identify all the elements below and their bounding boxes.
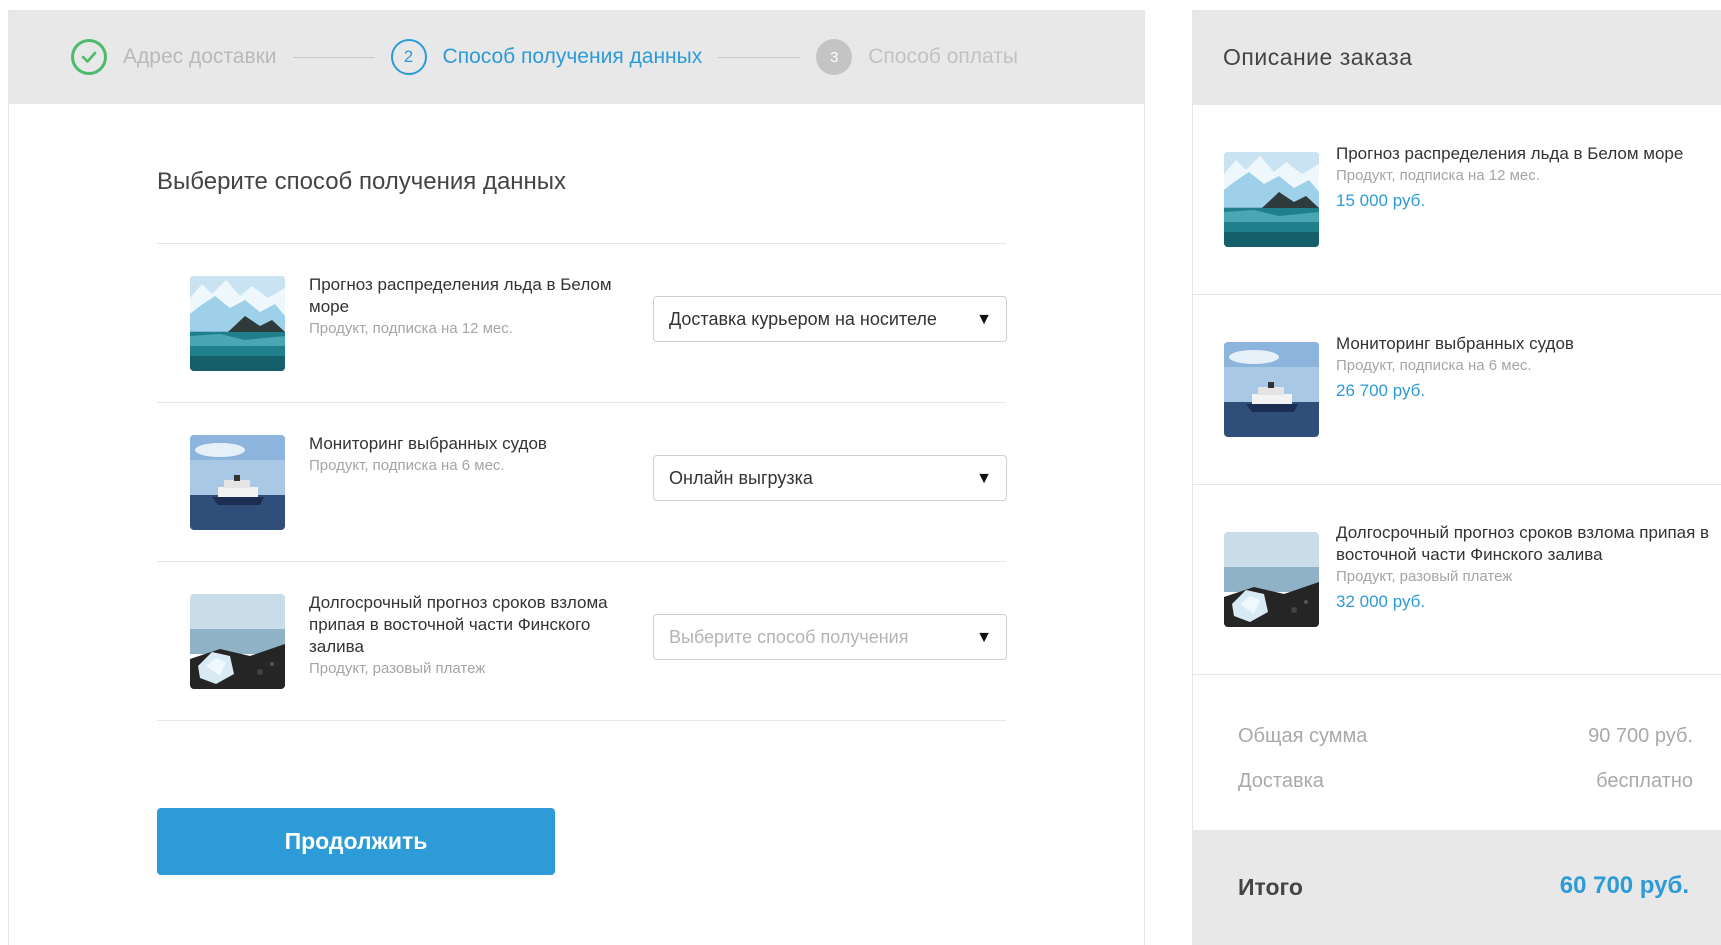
delivery-method-select[interactable]: Онлайн выгрузка ▼ [653, 455, 1007, 501]
grand-total: Итого 60 700 руб. [1193, 830, 1721, 945]
summary-item-price: 26 700 руб. [1336, 381, 1426, 400]
delivery-method-select[interactable]: Выберите способ получения ▼ [653, 614, 1007, 660]
summary-item-meta: Продукт, разовый платеж [1336, 568, 1513, 585]
summary-item-name: Прогноз распределения льда в Белом море [1336, 144, 1684, 163]
select-value: Доставка курьером на носителе [669, 308, 937, 329]
checkmark-icon [71, 39, 107, 75]
delivery-value: бесплатно [1596, 770, 1693, 792]
summary-item: Долгосрочный прогноз сроков взлома припа… [1193, 485, 1721, 675]
summary-item-name: Долгосрочный прогноз сроков взлома припа… [1336, 523, 1710, 564]
summary-item-price: 32 000 руб. [1336, 592, 1426, 611]
summary-item: Мониторинг выбранных судов Продукт, подп… [1193, 295, 1721, 485]
caret-down-icon: ▼ [976, 470, 992, 487]
product-row: Прогноз распределения льда в Белом море … [157, 244, 1007, 403]
summary-title: Описание заказа [1193, 10, 1721, 105]
ice-shore-icon [190, 594, 285, 689]
caret-down-icon: ▼ [976, 311, 992, 328]
subtotal-row: Общая сумма 90 700 руб. [1238, 725, 1693, 748]
product-meta: Продукт, подписка на 6 мес. [309, 457, 505, 474]
product-list: Прогноз распределения льда в Белом море … [157, 243, 1007, 721]
step-delivery-address[interactable]: Адрес доставки [71, 39, 277, 75]
step-connector [718, 56, 801, 58]
product-info: Прогноз распределения льда в Белом море … [309, 274, 614, 340]
summary-item: Прогноз распределения льда в Белом море … [1193, 105, 1721, 295]
product-info: Мониторинг выбранных судов Продукт, подп… [309, 433, 614, 477]
summary-item-price: 15 000 руб. [1336, 191, 1426, 210]
total-value: 60 700 руб. [1559, 872, 1689, 899]
caret-down-icon: ▼ [976, 629, 992, 646]
ship-icon [190, 435, 285, 530]
order-totals: Общая сумма 90 700 руб. Доставка бесплат… [1193, 675, 1721, 830]
product-meta: Продукт, подписка на 12 мес. [309, 320, 513, 337]
select-placeholder: Выберите способ получения [669, 626, 909, 647]
product-row: Мониторинг выбранных судов Продукт, подп… [157, 403, 1007, 562]
summary-info: Долгосрочный прогноз сроков взлома припа… [1336, 522, 1711, 616]
product-meta: Продукт, разовый платеж [309, 660, 486, 677]
order-summary-panel: Описание заказа Прогноз распределения ль… [1192, 10, 1721, 945]
delivery-method-select[interactable]: Доставка курьером на носителе ▼ [653, 296, 1007, 342]
glacier-icon [1224, 152, 1319, 247]
step-label: Адрес доставки [123, 45, 277, 68]
summary-item-name: Мониторинг выбранных судов [1336, 334, 1574, 353]
delivery-label: Доставка [1238, 770, 1324, 792]
summary-info: Мониторинг выбранных судов Продукт, подп… [1336, 333, 1711, 405]
ship-icon [1224, 342, 1319, 437]
product-row: Долгосрочный прогноз сроков взлома припа… [157, 562, 1007, 721]
summary-item-meta: Продукт, подписка на 6 мес. [1336, 357, 1532, 374]
step-payment-method[interactable]: 3 Способ оплаты [816, 39, 1018, 75]
step-number: 3 [816, 39, 853, 75]
checkout-stepper: Адрес доставки 2 Способ получения данных… [9, 10, 1144, 104]
total-label: Итого [1238, 874, 1303, 900]
summary-info: Прогноз распределения льда в Белом море … [1336, 143, 1711, 215]
step-number: 2 [390, 39, 427, 75]
step-connector [292, 56, 375, 58]
step-receiving-method[interactable]: 2 Способ получения данных [390, 39, 703, 75]
continue-button[interactable]: Продолжить [157, 808, 555, 875]
product-name: Долгосрочный прогноз сроков взлома припа… [309, 593, 608, 656]
step-label: Способ оплаты [868, 45, 1018, 68]
product-name: Прогноз распределения льда в Белом море [309, 275, 612, 316]
subtotal-label: Общая сумма [1238, 725, 1368, 747]
page-title: Выберите способ получения данных [157, 168, 567, 195]
product-info: Долгосрочный прогноз сроков взлома припа… [309, 592, 614, 680]
subtotal-value: 90 700 руб. [1588, 725, 1693, 747]
select-value: Онлайн выгрузка [669, 467, 813, 488]
glacier-icon [190, 276, 285, 371]
product-name: Мониторинг выбранных судов [309, 434, 547, 453]
ice-shore-icon [1224, 532, 1319, 627]
delivery-row: Доставка бесплатно [1238, 770, 1693, 793]
summary-item-meta: Продукт, подписка на 12 мес. [1336, 167, 1540, 184]
checkout-panel: Адрес доставки 2 Способ получения данных… [8, 10, 1145, 945]
step-label: Способ получения данных [442, 45, 703, 68]
